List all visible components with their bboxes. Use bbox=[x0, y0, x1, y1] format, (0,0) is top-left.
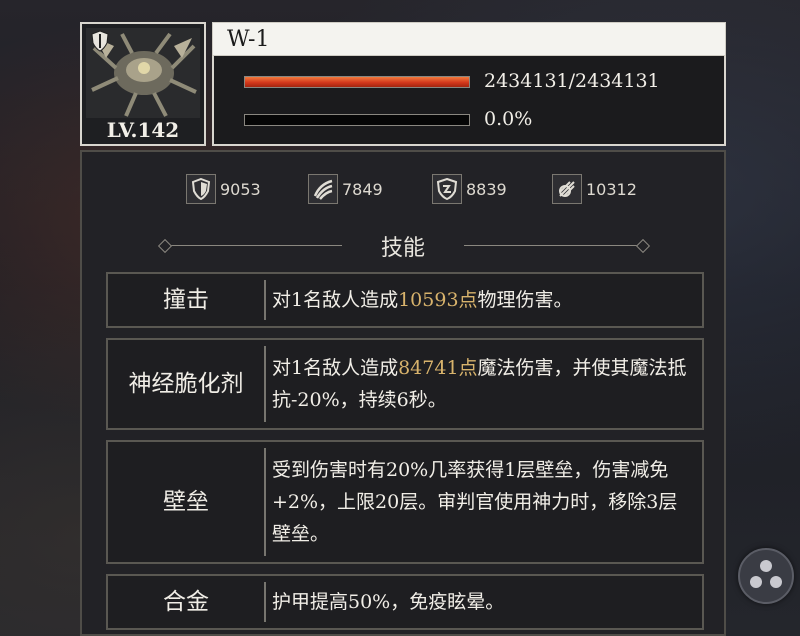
stat-value: 8839 bbox=[466, 179, 507, 199]
skill-row[interactable]: 壁垒 受到伤害时有20%几率获得1层壁垒，伤害减免+2%，上限20层。审判官使用… bbox=[106, 440, 704, 564]
energy-bar bbox=[244, 114, 470, 126]
skill-description: 对1名敌人造成84741点魔法伤害，并使其魔法抵抗-20%，持续6秒。 bbox=[272, 357, 687, 411]
magic-shield-icon bbox=[432, 174, 462, 204]
stat-armor[interactable]: 9053 bbox=[186, 174, 261, 204]
skill-name: 撞击 bbox=[163, 287, 209, 313]
stats-row: 9053 7849 8839 10312 bbox=[82, 174, 724, 206]
stat-magic-attack[interactable]: 10312 bbox=[552, 174, 637, 204]
unit-info-panel: 9053 7849 8839 10312 技能 撞击 对1名敌人造成10593点… bbox=[80, 150, 726, 636]
unit-level: LV.142 bbox=[106, 118, 180, 142]
damage-value: 84741点 bbox=[398, 357, 478, 379]
skill-description: 护甲提高50%，免疫眩晕。 bbox=[272, 591, 505, 613]
skill-description: 对1名敌人造成10593点物理伤害。 bbox=[272, 289, 573, 311]
skill-description: 受到伤害时有20%几率获得1层壁垒，伤害减免+2%，上限20层。审判官使用神力时… bbox=[272, 459, 678, 545]
stat-magic-resist[interactable]: 8839 bbox=[432, 174, 507, 204]
hp-text: 2434131/2434131 bbox=[484, 70, 660, 92]
skill-name: 神经脆化剂 bbox=[128, 371, 244, 397]
unit-status-box: 2434131/2434131 0.0% bbox=[212, 56, 726, 146]
unit-portrait[interactable]: LV.142 bbox=[80, 22, 206, 146]
skill-row[interactable]: 神经脆化剂 对1名敌人造成84741点魔法伤害，并使其魔法抵抗-20%，持续6秒… bbox=[106, 338, 704, 430]
skills-divider: 技能 bbox=[82, 230, 724, 261]
stat-value: 10312 bbox=[586, 179, 637, 199]
skill-row[interactable]: 撞击 对1名敌人造成10593点物理伤害。 bbox=[106, 272, 704, 328]
shield-icon bbox=[186, 174, 216, 204]
unit-name: W-1 bbox=[212, 22, 726, 56]
hp-bar-fill bbox=[245, 77, 469, 87]
hp-bar bbox=[244, 76, 470, 88]
skill-name: 合金 bbox=[163, 589, 209, 615]
claw-slash-icon bbox=[308, 174, 338, 204]
shield-badge-icon bbox=[91, 30, 109, 52]
skills-title: 技能 bbox=[380, 236, 425, 261]
energy-text: 0.0% bbox=[484, 108, 533, 130]
stat-attack[interactable]: 7849 bbox=[308, 174, 383, 204]
swirl-attack-icon bbox=[552, 174, 582, 204]
stat-value: 9053 bbox=[220, 179, 261, 199]
stat-value: 7849 bbox=[342, 179, 383, 199]
damage-value: 10593点 bbox=[398, 289, 478, 311]
side-action-button[interactable] bbox=[738, 548, 794, 604]
skill-row[interactable]: 合金 护甲提高50%，免疫眩晕。 bbox=[106, 574, 704, 630]
skill-name: 壁垒 bbox=[163, 489, 209, 515]
